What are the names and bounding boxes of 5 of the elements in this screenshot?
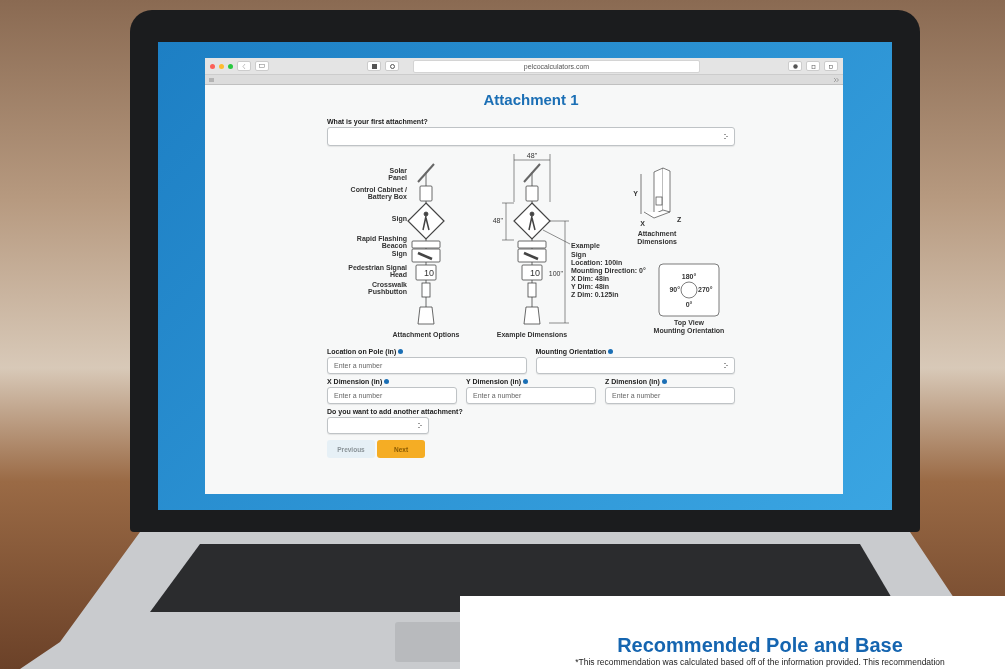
signal-number: 10 — [530, 268, 540, 278]
card-title: Recommended Pole and Base — [617, 634, 903, 657]
signal-number: 10 — [424, 268, 434, 278]
page-title: Attachment 1 — [482, 91, 580, 108]
card-note: *This recommendation was calculated based off of the information provided. This recommendation — [575, 657, 945, 667]
